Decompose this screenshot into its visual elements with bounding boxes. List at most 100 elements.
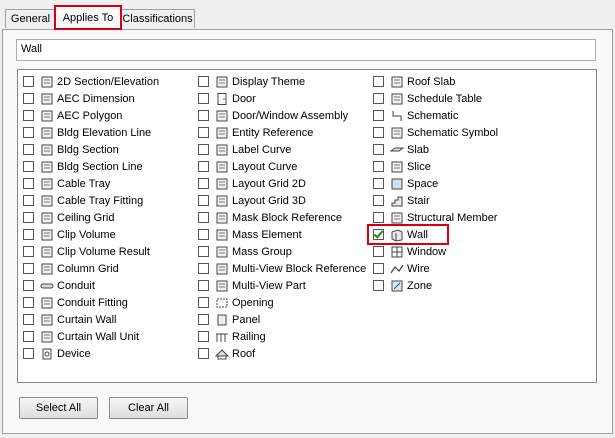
list-item[interactable]: Device xyxy=(23,345,159,362)
checkbox[interactable] xyxy=(198,246,209,257)
checkbox[interactable] xyxy=(198,93,209,104)
list-item[interactable]: Conduit xyxy=(23,277,159,294)
list-item[interactable]: Roof Slab xyxy=(373,73,498,90)
checkbox[interactable] xyxy=(373,280,384,291)
checkbox[interactable] xyxy=(373,212,384,223)
list-item[interactable]: Schematic Symbol xyxy=(373,124,498,141)
checkbox[interactable] xyxy=(198,127,209,138)
checkbox[interactable] xyxy=(373,246,384,257)
checkbox[interactable] xyxy=(23,127,34,138)
list-item[interactable]: Mask Block Reference xyxy=(198,209,366,226)
checkbox[interactable] xyxy=(23,348,34,359)
checkbox[interactable] xyxy=(23,229,34,240)
checkbox[interactable] xyxy=(198,297,209,308)
list-item[interactable]: Window xyxy=(373,243,498,260)
list-item[interactable]: Cable Tray Fitting xyxy=(23,192,159,209)
list-item[interactable]: Layout Curve xyxy=(198,158,366,175)
checkbox[interactable] xyxy=(198,331,209,342)
list-item[interactable]: Wire xyxy=(373,260,498,277)
checkbox[interactable] xyxy=(198,178,209,189)
list-item[interactable]: 2D Section/Elevation xyxy=(23,73,159,90)
checkbox[interactable] xyxy=(198,195,209,206)
list-item[interactable]: Door/Window Assembly xyxy=(198,107,366,124)
checkbox[interactable] xyxy=(373,93,384,104)
list-item[interactable]: Roof xyxy=(198,345,366,362)
checkbox[interactable] xyxy=(198,229,209,240)
checkbox[interactable] xyxy=(23,331,34,342)
list-item[interactable]: Multi-View Part xyxy=(198,277,366,294)
list-item[interactable]: AEC Dimension xyxy=(23,90,159,107)
clear-all-button[interactable]: Clear All xyxy=(109,397,188,419)
list-item[interactable]: Bldg Section xyxy=(23,141,159,158)
checkbox[interactable] xyxy=(198,348,209,359)
checkbox[interactable] xyxy=(373,76,384,87)
list-item[interactable]: Ceiling Grid xyxy=(23,209,159,226)
checkbox[interactable] xyxy=(23,212,34,223)
list-item[interactable]: Conduit Fitting xyxy=(23,294,159,311)
list-item[interactable]: Zone xyxy=(373,277,498,294)
list-item[interactable]: Schematic xyxy=(373,107,498,124)
list-item[interactable]: Entity Reference xyxy=(198,124,366,141)
checkbox[interactable] xyxy=(23,246,34,257)
checkbox[interactable] xyxy=(373,263,384,274)
list-item[interactable]: Column Grid xyxy=(23,260,159,277)
checkbox[interactable] xyxy=(198,212,209,223)
checkbox[interactable] xyxy=(373,195,384,206)
list-item[interactable]: Bldg Section Line xyxy=(23,158,159,175)
checkbox[interactable] xyxy=(23,263,34,274)
tab-applies-to[interactable]: Applies To xyxy=(54,5,122,30)
checkbox[interactable] xyxy=(198,263,209,274)
checkbox[interactable] xyxy=(23,297,34,308)
list-item[interactable]: Structural Member xyxy=(373,209,498,226)
checkbox[interactable] xyxy=(373,144,384,155)
list-item[interactable]: Slab xyxy=(373,141,498,158)
list-item[interactable]: Mass Element xyxy=(198,226,366,243)
filter-input[interactable]: Wall xyxy=(16,39,596,61)
checkbox[interactable] xyxy=(23,178,34,189)
checkbox[interactable] xyxy=(198,161,209,172)
list-item[interactable]: Clip Volume xyxy=(23,226,159,243)
tab-general[interactable]: General xyxy=(5,9,56,28)
list-item[interactable]: Display Theme xyxy=(198,73,366,90)
list-item[interactable]: Railing xyxy=(198,328,366,345)
checkbox[interactable] xyxy=(23,195,34,206)
tab-classifications[interactable]: Classifications xyxy=(120,9,195,28)
checkbox[interactable] xyxy=(23,110,34,121)
list-item[interactable]: Mass Group xyxy=(198,243,366,260)
select-all-button[interactable]: Select All xyxy=(19,397,98,419)
checkbox[interactable] xyxy=(23,161,34,172)
checkbox[interactable] xyxy=(198,144,209,155)
checkbox[interactable] xyxy=(373,161,384,172)
list-item[interactable]: Schedule Table xyxy=(373,90,498,107)
checkbox[interactable] xyxy=(23,93,34,104)
list-item[interactable]: Opening xyxy=(198,294,366,311)
checkbox[interactable] xyxy=(373,229,384,240)
checkbox[interactable] xyxy=(23,144,34,155)
checkbox[interactable] xyxy=(373,110,384,121)
list-item[interactable]: Door xyxy=(198,90,366,107)
list-item[interactable]: Layout Grid 2D xyxy=(198,175,366,192)
list-item[interactable]: AEC Polygon xyxy=(23,107,159,124)
checkbox[interactable] xyxy=(23,76,34,87)
list-item[interactable]: Curtain Wall Unit xyxy=(23,328,159,345)
checkbox[interactable] xyxy=(198,76,209,87)
list-item[interactable]: Panel xyxy=(198,311,366,328)
list-item[interactable]: Bldg Elevation Line xyxy=(23,124,159,141)
checkbox[interactable] xyxy=(198,110,209,121)
checkbox[interactable] xyxy=(198,314,209,325)
checkbox[interactable] xyxy=(23,280,34,291)
list-item[interactable]: Label Curve xyxy=(198,141,366,158)
list-item[interactable]: Curtain Wall xyxy=(23,311,159,328)
list-item[interactable]: Space xyxy=(373,175,498,192)
checkbox[interactable] xyxy=(198,280,209,291)
list-item[interactable]: Cable Tray xyxy=(23,175,159,192)
list-item[interactable]: Layout Grid 3D xyxy=(198,192,366,209)
checkbox[interactable] xyxy=(373,178,384,189)
checkbox[interactable] xyxy=(23,314,34,325)
list-item[interactable]: Slice xyxy=(373,158,498,175)
list-item[interactable]: Wall xyxy=(367,224,498,245)
list-item[interactable]: Multi-View Block Reference xyxy=(198,260,366,277)
list-item[interactable]: Clip Volume Result xyxy=(23,243,159,260)
list-item[interactable]: Stair xyxy=(373,192,498,209)
checkbox[interactable] xyxy=(373,127,384,138)
